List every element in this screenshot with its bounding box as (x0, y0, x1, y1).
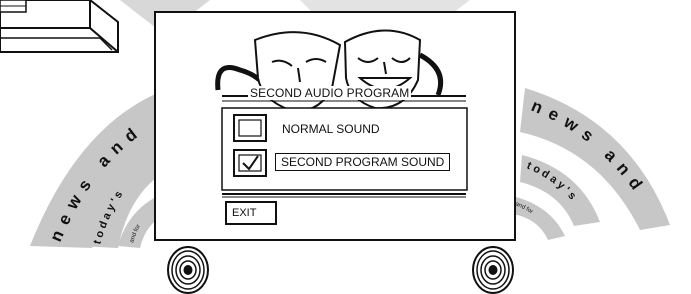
tv-scene: news and today's and for news and today'… (0, 0, 670, 294)
remote-control-icon (0, 0, 119, 53)
menu-title: SECOND AUDIO PROGRAM (248, 86, 412, 100)
normal-sound-checkbox[interactable] (233, 114, 267, 142)
second-program-checkbox[interactable] (233, 149, 267, 177)
exit-label[interactable]: EXIT (232, 207, 256, 219)
second-program-sound-label[interactable]: SECOND PROGRAM SOUND (275, 153, 451, 171)
left-speaker-icon (167, 246, 209, 294)
normal-sound-label[interactable]: NORMAL SOUND (282, 122, 380, 136)
right-speaker-icon (472, 246, 514, 294)
